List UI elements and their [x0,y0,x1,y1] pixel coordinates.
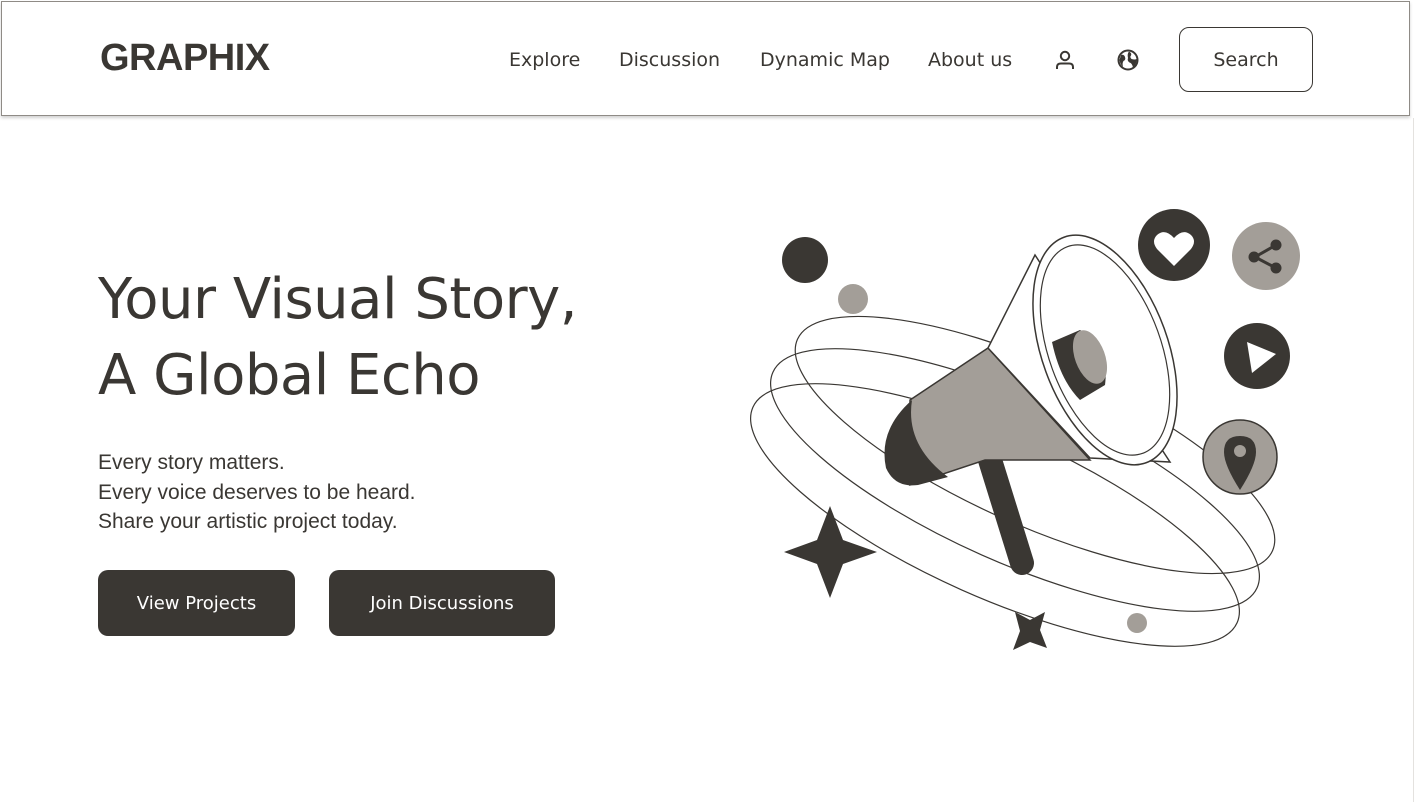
small-sparkle-icon [1013,612,1047,650]
nav-discussion-link[interactable]: Discussion [619,48,720,72]
hero-title: Your Visual Story, A Global Echo [98,262,578,414]
hero-subtitle-line-3: Share your artistic project today. [98,510,398,533]
nav-dynamic-map-link[interactable]: Dynamic Map [760,48,890,72]
play-icon[interactable] [1224,323,1290,389]
decor-dot-dark [782,237,828,283]
nav-explore-link[interactable]: Explore [509,48,580,72]
join-discussions-button[interactable]: Join Discussions [329,570,555,636]
page: GRAPHIX Explore Discussion Dynamic Map A… [0,0,1418,802]
hero-subtitle-line-1: Every story matters. [98,451,285,474]
share-icon[interactable] [1232,222,1300,290]
search-button[interactable]: Search [1179,27,1313,92]
megaphone-illustration [750,209,1300,650]
location-pin-icon[interactable] [1202,419,1278,495]
top-navbar: GRAPHIX Explore Discussion Dynamic Map A… [1,1,1410,116]
hero-subtitle: Every story matters. Every voice deserve… [98,448,416,537]
hero-title-line-2: A Global Echo [98,343,480,408]
right-edge-divider [1413,118,1414,802]
heart-icon[interactable] [1138,209,1210,281]
view-projects-button[interactable]: View Projects [98,570,295,636]
brand-logo[interactable]: GRAPHIX [100,36,270,80]
hero-subtitle-line-2: Every voice deserves to be heard. [98,480,416,504]
nav-about-us-link[interactable]: About us [928,48,1012,72]
globe-icon[interactable] [1116,48,1140,72]
sparkle-star-icon [784,506,877,598]
user-icon[interactable] [1053,48,1077,72]
decor-dot-small [1127,613,1147,633]
hero-title-line-1: Your Visual Story, [98,267,578,332]
decor-dot-grey [838,284,868,314]
